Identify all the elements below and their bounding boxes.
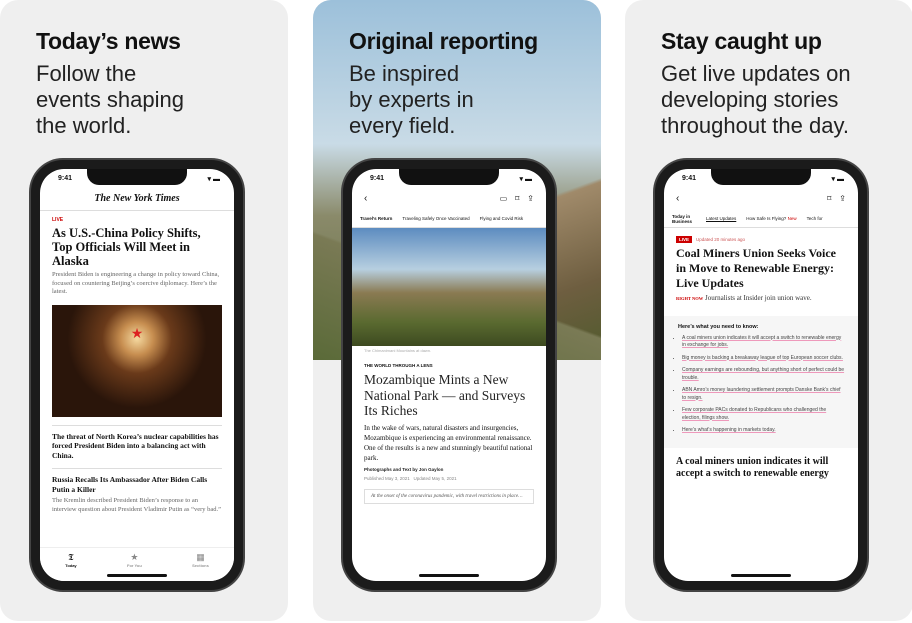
battery-icon: ▾ ▬ [831, 176, 844, 183]
panel-title: Stay caught up [661, 28, 822, 54]
story-headline[interactable]: Russia Recalls Its Ambassador After Bide… [52, 475, 222, 494]
key-point-link[interactable]: ABN Amro’s money laundering settlement p… [682, 387, 846, 402]
section-subnav: Travel’s Return Traveling Safely Once Va… [352, 210, 546, 228]
pull-quote: At the onset of the coronavirus pandemic… [364, 488, 534, 504]
key-point-link[interactable]: Few corporate PACs donated to Republican… [682, 407, 846, 422]
panel-subtitle: Get live updates on developing stories t… [661, 61, 851, 138]
right-now-label: RIGHT NOW [676, 296, 704, 301]
subnav-item[interactable]: Flying and Covid Risk [480, 216, 524, 221]
panel-title: Original reporting [349, 28, 538, 54]
star-icon: ★ [130, 552, 139, 562]
subnav-item[interactable]: Traveling Safely Once Vaccinated [402, 216, 469, 221]
back-icon[interactable]: ‹ [676, 193, 679, 204]
phone-frame: 9:41 ▾ ▬ ‹ ⌑ ⇪ Today in Business Latest Upd… [655, 160, 867, 590]
status-time: 9:41 [58, 175, 73, 182]
tab-sections[interactable]: ▦ Sections [192, 552, 209, 581]
key-points-box: Here’s what you need to know: A coal min… [664, 315, 858, 448]
article-photo[interactable]: ★ [52, 304, 222, 417]
share-icon[interactable]: ⇪ [839, 194, 846, 203]
headline: Coal Miners Union Seeks Voice in Move to… [676, 246, 837, 290]
panel-stay-caught-up: Stay caught up Get live updates on develo… [625, 0, 912, 621]
live-label: LIVE [52, 217, 64, 223]
subnav-section[interactable]: Today in Business [672, 214, 696, 224]
story-link[interactable]: The threat of North Korea’s nuclear capa… [52, 432, 222, 461]
key-point-link[interactable]: Company earnings are rebounding, but any… [682, 367, 846, 382]
published-date: Published May 3, 2021 [364, 475, 410, 481]
status-time: 9:41 [682, 175, 697, 182]
nyt-logo: The New York Times [40, 187, 234, 211]
subnav-item[interactable]: Tech for [807, 216, 823, 221]
share-icon[interactable]: ⇪ [527, 194, 534, 203]
headline: Mozambique Mints a New National Park — a… [364, 372, 526, 418]
kicker: THE WORLD THROUGH A LENS [364, 363, 433, 368]
comments-icon[interactable]: ▭ [500, 194, 508, 203]
summary: In the wake of wars, natural disasters a… [364, 423, 533, 462]
tab-today[interactable]: 𝕿 Today [65, 552, 76, 581]
section-subnav: Today in Business Latest Updates How Saf… [664, 210, 858, 228]
live-badge: LIVE [676, 236, 693, 243]
key-points-title: Here’s what you need to know: [678, 323, 759, 330]
key-point-link[interactable]: Here’s what’s happening in markets today… [682, 427, 846, 435]
updated-date: Updated May 5, 2021 [413, 475, 457, 481]
status-time: 9:41 [370, 175, 385, 182]
right-now-text[interactable]: Journalists at Insider join union wave. [705, 294, 812, 302]
battery-icon: ▾ ▬ [207, 176, 220, 183]
panel-original-reporting: Original reporting Be inspired by experts… [313, 0, 601, 621]
panel-subtitle: Be inspired by experts in every field. [349, 61, 474, 138]
panel-todays-news: Today’s news Follow the events shaping th… [0, 0, 288, 621]
panel-subtitle: Follow the events shaping the world. [36, 61, 184, 138]
subnav-item[interactable]: How Safe Is Flying? New [746, 216, 796, 221]
phone-frame: 9:41 ▾ ▬ ‹ ▭ ⌑ ⇪ Travel’s Return Traveling S… [343, 160, 555, 590]
bookmark-icon[interactable]: ⌑ [827, 194, 831, 203]
byline: Photographs and Text by Jon Gaylon [364, 466, 444, 472]
summary: President Biden is engineering a change … [52, 271, 220, 295]
photo-caption: The Chimanimani Mountains at dawn. [364, 348, 432, 353]
phone-frame: 9:41 ▾ ▬ The New York Times LIVE As U.S.-… [31, 160, 243, 590]
updated-time: Updated 20 minutes ago [696, 237, 746, 242]
panel-title: Today’s news [36, 28, 181, 54]
nyt-logo-icon: 𝕿 [68, 552, 74, 562]
grid-icon: ▦ [196, 552, 205, 562]
story-summary: The Kremlin described President Biden’s … [52, 497, 222, 513]
battery-icon: ▾ ▬ [519, 176, 532, 183]
update-headline: A coal miners union indicates it will ac… [676, 455, 829, 479]
headline[interactable]: As U.S.-China Policy Shifts, Top Officia… [52, 226, 222, 268]
back-icon[interactable]: ‹ [364, 193, 367, 204]
subnav-section[interactable]: Travel’s Return [360, 216, 392, 221]
bookmark-icon[interactable]: ⌑ [515, 194, 519, 203]
article-photo[interactable] [352, 228, 546, 346]
key-point-link[interactable]: Big money is backing a breakaway league … [682, 355, 846, 363]
key-point-link[interactable]: A coal miners union indicates it will ac… [682, 335, 846, 350]
subnav-item[interactable]: Latest Updates [706, 216, 736, 221]
